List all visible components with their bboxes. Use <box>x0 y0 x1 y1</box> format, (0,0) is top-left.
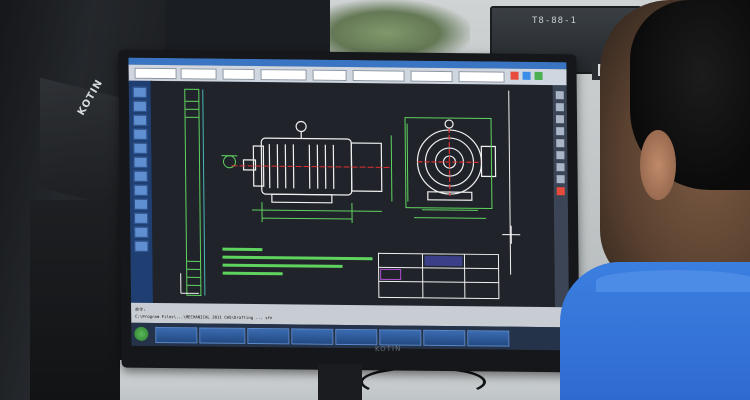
taskbar-item[interactable] <box>199 327 246 344</box>
background-monitor-label: T8-88-1 <box>532 16 577 26</box>
cad-drawing-area[interactable] <box>150 80 555 308</box>
motor-side-view <box>242 120 383 204</box>
draw-tool-icon[interactable] <box>133 142 148 154</box>
side-view-strip <box>184 88 206 296</box>
draw-tool-icon[interactable] <box>133 114 148 126</box>
ribbon-dropdown[interactable] <box>312 69 347 81</box>
ribbon-tool-icon[interactable] <box>534 71 543 81</box>
draw-tool-icon[interactable] <box>133 184 148 196</box>
title-block <box>377 252 500 300</box>
windows-taskbar <box>131 322 570 351</box>
monitor-stand <box>318 364 362 400</box>
modify-tool-icon[interactable] <box>555 103 564 112</box>
monitor-brand-label: KOTIN <box>374 344 402 354</box>
draw-tool-icon[interactable] <box>132 100 147 112</box>
ribbon-dropdown[interactable] <box>458 71 505 83</box>
taskbar-item[interactable] <box>423 329 466 347</box>
draw-tool-icon[interactable] <box>133 128 148 140</box>
modify-tool-icon[interactable] <box>555 115 565 124</box>
person-ear <box>640 130 676 200</box>
draw-tool-icon[interactable] <box>133 170 148 182</box>
ucs-axis-icon <box>180 273 199 294</box>
draw-tool-icon[interactable] <box>133 156 148 168</box>
taskbar-item[interactable] <box>335 328 378 346</box>
taskbar-item[interactable] <box>291 328 334 345</box>
modify-tool-icon[interactable] <box>556 187 565 196</box>
cad-right-toolbar <box>552 85 569 308</box>
background-plant <box>330 0 470 55</box>
modify-tool-icon[interactable] <box>556 163 565 172</box>
cad-screen: 命令: C:\Program Files\...\MECHANICAL 2011… <box>128 57 570 351</box>
office-scene: T8-88-1 KOTIN 命令: C:\Program Files\...\M… <box>0 0 750 400</box>
technical-notes <box>222 247 373 276</box>
command-history-line: C:\Program Files\...\MECHANICAL 2011 CHS… <box>135 313 273 321</box>
modify-tool-icon[interactable] <box>556 151 565 160</box>
side-view-dimensions <box>252 135 393 224</box>
draw-tool-icon[interactable] <box>134 240 149 252</box>
ribbon-dropdown[interactable] <box>180 68 217 80</box>
modify-tool-icon[interactable] <box>556 127 565 136</box>
modify-tool-icon[interactable] <box>556 175 565 184</box>
crosshair-cursor-icon <box>502 225 521 244</box>
draw-tool-icon[interactable] <box>133 198 149 210</box>
ribbon-dropdown[interactable] <box>260 69 307 81</box>
modify-tool-icon[interactable] <box>555 91 564 100</box>
person-shirt-collar <box>596 270 750 292</box>
modify-tool-icon[interactable] <box>556 139 565 148</box>
taskbar-item[interactable] <box>379 329 422 346</box>
ribbon-tool-icon[interactable] <box>522 71 531 80</box>
motor-drawing <box>180 88 521 300</box>
main-monitor: 命令: C:\Program Files\...\MECHANICAL 2011… <box>118 49 580 373</box>
taskbar-item[interactable] <box>155 326 198 344</box>
draw-tool-icon[interactable] <box>134 212 149 224</box>
motor-end-view <box>416 119 497 201</box>
ribbon-dropdown[interactable] <box>410 70 453 83</box>
ribbon-dropdown[interactable] <box>134 67 177 80</box>
command-history-line: 命令: <box>135 306 146 312</box>
taskbar-item[interactable] <box>247 327 290 345</box>
draw-tool-icon[interactable] <box>134 226 149 238</box>
windows-start-icon[interactable] <box>134 326 149 341</box>
taskbar-item[interactable] <box>467 330 510 347</box>
drawing-frame-line <box>508 90 512 275</box>
ribbon-dropdown[interactable] <box>222 68 255 81</box>
ribbon-dropdown[interactable] <box>352 70 405 82</box>
ribbon-tool-icon[interactable] <box>510 71 519 80</box>
draw-tool-icon[interactable] <box>132 86 147 98</box>
